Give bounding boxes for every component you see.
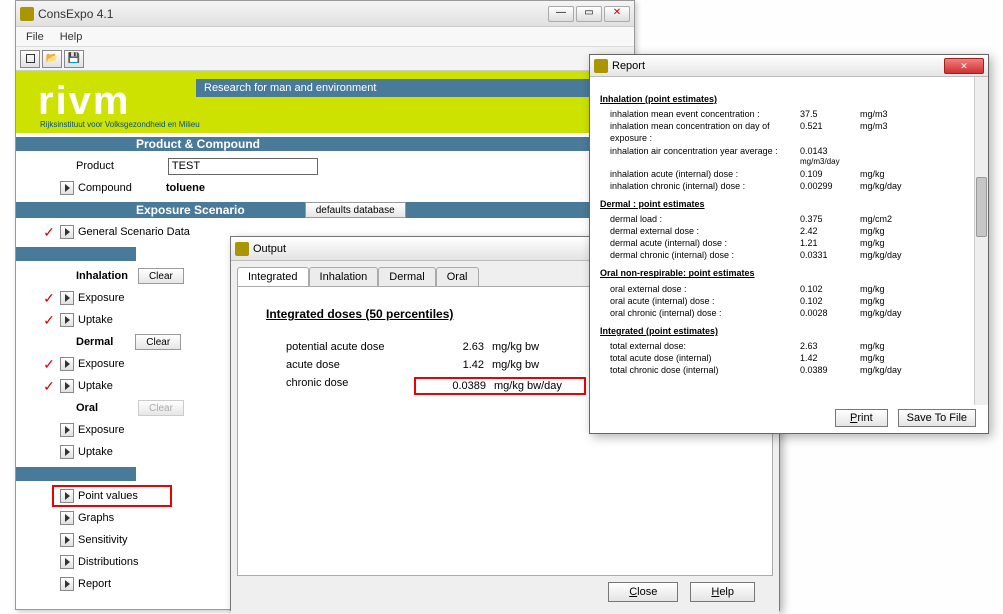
exposure-label[interactable]: Exposure: [78, 292, 124, 304]
minimize-button[interactable]: —: [548, 6, 574, 22]
new-button[interactable]: [20, 50, 40, 68]
app-icon: [235, 242, 249, 256]
report-expand[interactable]: [60, 577, 74, 591]
save-button[interactable]: 💾: [64, 50, 84, 68]
app-icon: [594, 59, 608, 73]
graphs-expand[interactable]: [60, 511, 74, 525]
output-window-title: Output: [253, 243, 286, 255]
uptake-label[interactable]: Uptake: [78, 380, 113, 392]
output-header: Output: [16, 467, 136, 481]
dose-label: chronic dose: [266, 377, 406, 395]
oral-clear-button[interactable]: Clear: [138, 400, 184, 416]
graphs-label[interactable]: Graphs: [78, 512, 114, 524]
uptake-expand[interactable]: [60, 313, 74, 327]
checkmark-icon: ✓: [42, 356, 56, 373]
uptake-expand[interactable]: [60, 445, 74, 459]
report-print-button[interactable]: Print: [835, 409, 888, 427]
inhalation-clear-button[interactable]: Clear: [138, 268, 184, 284]
banner: Research for man and environment rivm Ri…: [16, 71, 634, 133]
close-button[interactable]: ✕: [604, 6, 630, 22]
checkmark-icon: ✓: [42, 378, 56, 395]
dermal-clear-button[interactable]: Clear: [135, 334, 181, 350]
dose-label: acute dose: [266, 359, 406, 371]
compound-expand[interactable]: [60, 181, 74, 195]
help-menu[interactable]: Help: [56, 29, 87, 45]
sensitivity-expand[interactable]: [60, 533, 74, 547]
banner-research-text: Research for man and environment: [196, 79, 616, 97]
dose-label: potential acute dose: [266, 341, 406, 353]
dose-value: 0.0389: [416, 380, 486, 392]
file-menu[interactable]: File: [22, 29, 48, 45]
app-title: ConsExpo 4.1: [38, 7, 113, 21]
toolbar: 📂 💾: [16, 47, 634, 71]
uptake-expand[interactable]: [60, 379, 74, 393]
exposure-expand[interactable]: [60, 291, 74, 305]
product-input[interactable]: [168, 158, 318, 175]
output-close-button[interactable]: Close: [608, 582, 678, 602]
general-scenario-expand[interactable]: [60, 225, 74, 239]
report-title-bar: Report ✕: [590, 55, 988, 77]
report-close-button[interactable]: ✕: [944, 58, 984, 74]
report-window: Report ✕ Inhalation (point estimates) in…: [589, 54, 989, 434]
compound-value: toluene: [166, 182, 205, 194]
dose-value: 1.42: [414, 359, 484, 371]
distributions-expand[interactable]: [60, 555, 74, 569]
report-section-dermal: Dermal : point estimates: [600, 198, 982, 210]
report-title-text: Report: [612, 60, 645, 72]
scrollbar-thumb[interactable]: [976, 177, 987, 237]
report-scrollbar[interactable]: [974, 77, 988, 405]
tab-oral[interactable]: Oral: [436, 267, 479, 286]
report-section-inhalation: Inhalation (point estimates): [600, 93, 982, 105]
sensitivity-label[interactable]: Sensitivity: [78, 534, 128, 546]
expos-header: Expos: [16, 247, 136, 261]
uptake-label[interactable]: Uptake: [78, 446, 113, 458]
report-body: Inhalation (point estimates) inhalation …: [590, 77, 988, 405]
report-label[interactable]: Report: [78, 578, 111, 590]
report-section-oral: Oral non-respirable: point estimates: [600, 267, 982, 279]
exposure-expand[interactable]: [60, 423, 74, 437]
product-compound-header: Product & Compound: [16, 137, 634, 151]
app-icon: [20, 7, 34, 21]
distributions-label[interactable]: Distributions: [78, 556, 139, 568]
exposure-label[interactable]: Exposure: [78, 424, 124, 436]
exposure-label[interactable]: Exposure: [78, 358, 124, 370]
product-label: Product: [76, 160, 114, 172]
banner-subtitle: Rijksinstituut voor Volksgezondheid en M…: [40, 120, 200, 129]
general-scenario-label[interactable]: General Scenario Data: [78, 226, 190, 238]
oral-label: Oral: [76, 402, 98, 414]
checkmark-icon: ✓: [42, 290, 56, 307]
uptake-label[interactable]: Uptake: [78, 314, 113, 326]
checkmark-icon: ✓: [42, 312, 56, 329]
menu-bar: File Help: [16, 27, 634, 47]
compound-label: Compound: [78, 182, 132, 194]
tab-inhalation[interactable]: Inhalation: [309, 267, 379, 286]
tab-integrated[interactable]: Integrated: [237, 267, 309, 286]
chronic-highlight: 0.0389 mg/kg bw/day: [414, 377, 586, 395]
title-bar: ConsExpo 4.1 — ▭ ✕: [16, 1, 634, 27]
defaults-database-button[interactable]: defaults database: [305, 202, 406, 218]
inhalation-label: Inhalation: [76, 270, 128, 282]
dermal-label: Dermal: [76, 336, 113, 348]
dose-value: 2.63: [414, 341, 484, 353]
open-button[interactable]: 📂: [42, 50, 62, 68]
report-save-button[interactable]: Save To File: [898, 409, 976, 427]
maximize-button[interactable]: ▭: [576, 6, 602, 22]
exposure-scenario-header: Exposure Scenariodefaults database: [16, 202, 634, 218]
point-values-expand[interactable]: [60, 489, 74, 503]
report-section-integrated: Integrated (point estimates): [600, 325, 982, 337]
dose-unit: mg/kg bw: [492, 359, 582, 371]
output-help-button[interactable]: Help: [690, 582, 755, 602]
dose-unit: mg/kg bw: [492, 341, 582, 353]
dose-unit: mg/kg bw/day: [494, 380, 584, 392]
tab-dermal[interactable]: Dermal: [378, 267, 435, 286]
checkmark-icon: ✓: [42, 224, 56, 241]
point-values-label[interactable]: Point values: [78, 490, 138, 502]
exposure-expand[interactable]: [60, 357, 74, 371]
